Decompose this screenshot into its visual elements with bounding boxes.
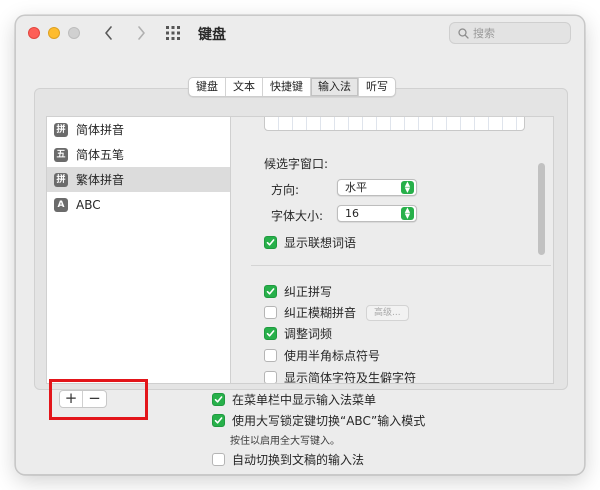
show-menu-label: 在菜单栏中显示输入法菜单 bbox=[232, 393, 377, 407]
list-item-label: 繁体拼音 bbox=[76, 173, 125, 187]
checkbox-checked-icon[interactable] bbox=[212, 414, 225, 427]
search-placeholder: 搜索 bbox=[473, 27, 495, 40]
tab-bar: 键盘 文本 快捷键 输入法 听写 bbox=[188, 77, 396, 97]
tab-text[interactable]: 文本 bbox=[226, 78, 263, 96]
list-item-label: ABC bbox=[76, 197, 101, 212]
caps-lock-note: 按住以启用全大写键入。 bbox=[230, 436, 340, 447]
candidate-window-title: 候选字窗口: bbox=[264, 157, 329, 171]
font-size-label: 字体大小: bbox=[271, 209, 324, 223]
direction-select-value: 水平 bbox=[345, 181, 367, 194]
input-source-badge-icon: 拼 bbox=[54, 122, 68, 137]
title-bar: 键盘 搜索 bbox=[16, 16, 584, 50]
highlight-annotation-box bbox=[49, 379, 148, 420]
correct-spelling-option[interactable]: 纠正拼写 bbox=[264, 283, 332, 300]
direction-select[interactable]: 水平 ▲ ▼ bbox=[337, 179, 417, 196]
tab-dictation[interactable]: 听写 bbox=[359, 78, 395, 96]
chevron-right-icon bbox=[138, 26, 145, 40]
back-button[interactable] bbox=[98, 22, 120, 44]
input-source-settings: 候选字窗口: 方向: 水平 ▲ ▼ 字体大小: 16 ▲ ▼ 显示联想词语 纠正拼写… bbox=[231, 116, 554, 384]
tab-keyboard[interactable]: 键盘 bbox=[189, 78, 226, 96]
auto-switch-label: 自动切换到文稿的输入法 bbox=[232, 453, 365, 467]
adjust-frequency-label: 调整词频 bbox=[284, 327, 333, 341]
tab-shortcuts[interactable]: 快捷键 bbox=[263, 78, 311, 96]
show-predictive-option[interactable]: 显示联想词语 bbox=[264, 234, 356, 251]
advanced-button[interactable]: 高级... bbox=[366, 304, 409, 321]
up-down-arrows-icon: ▲ ▼ bbox=[401, 207, 414, 220]
list-item-selected[interactable]: 拼 繁体拼音 bbox=[47, 167, 230, 192]
grid-icon bbox=[166, 26, 180, 40]
section-divider bbox=[251, 265, 551, 266]
checkbox-checked-icon[interactable] bbox=[264, 236, 277, 249]
search-field[interactable]: 搜索 bbox=[449, 22, 571, 44]
direction-label: 方向: bbox=[271, 183, 300, 197]
checkbox-unchecked-icon[interactable] bbox=[264, 349, 277, 362]
checkbox-checked-icon[interactable] bbox=[264, 285, 277, 298]
auto-switch-option[interactable]: 自动切换到文稿的输入法 bbox=[212, 451, 364, 468]
list-item[interactable]: 五 简体五笔 bbox=[47, 142, 230, 167]
input-source-badge-icon: 五 bbox=[54, 147, 68, 162]
caps-lock-option[interactable]: 使用大写锁定键切换“ABC”输入模式 bbox=[212, 412, 425, 429]
show-menu-option[interactable]: 在菜单栏中显示输入法菜单 bbox=[212, 391, 376, 408]
font-size-select[interactable]: 16 ▲ ▼ bbox=[337, 205, 417, 222]
half-width-punct-label: 使用半角标点符号 bbox=[284, 349, 381, 363]
fuzzy-pinyin-option[interactable]: 纠正模糊拼音 高级... bbox=[264, 304, 409, 321]
list-item-label: 简体五笔 bbox=[76, 148, 125, 162]
show-simplified-label: 显示简体字符及生僻字符 bbox=[284, 371, 417, 384]
list-item[interactable]: 拼 简体拼音 bbox=[47, 117, 230, 142]
scrollbar-thumb[interactable] bbox=[538, 163, 545, 255]
input-source-badge-icon: A bbox=[54, 197, 68, 212]
up-down-arrows-icon: ▲ ▼ bbox=[401, 181, 414, 194]
window-title: 键盘 bbox=[198, 27, 226, 43]
search-icon bbox=[458, 27, 469, 39]
checkbox-unchecked-icon[interactable] bbox=[212, 453, 225, 466]
keyboard-preview bbox=[264, 117, 525, 131]
close-window-button[interactable] bbox=[28, 27, 40, 39]
input-source-list: 拼 简体拼音 五 简体五笔 拼 繁体拼音 A ABC bbox=[46, 116, 231, 384]
chevron-left-icon bbox=[105, 26, 112, 40]
forward-button[interactable] bbox=[130, 22, 152, 44]
checkbox-checked-icon[interactable] bbox=[212, 393, 225, 406]
tab-input-sources[interactable]: 输入法 bbox=[311, 78, 359, 96]
fuzzy-pinyin-label: 纠正模糊拼音 bbox=[284, 306, 357, 320]
show-predictive-label: 显示联想词语 bbox=[284, 236, 357, 250]
caps-lock-label: 使用大写锁定键切换“ABC”输入模式 bbox=[232, 414, 426, 428]
correct-spelling-label: 纠正拼写 bbox=[284, 285, 333, 299]
font-size-select-value: 16 bbox=[345, 207, 359, 220]
minimize-window-button[interactable] bbox=[48, 27, 60, 39]
keyboard-preferences-window: 键盘 搜索 键盘 文本 快捷键 输入法 听写 拼 简体拼音 五 简体五笔 拼 繁… bbox=[15, 15, 585, 475]
list-item[interactable]: A ABC bbox=[47, 192, 230, 217]
zoom-window-button[interactable] bbox=[68, 27, 80, 39]
half-width-punct-option[interactable]: 使用半角标点符号 bbox=[264, 347, 380, 364]
checkbox-unchecked-icon[interactable] bbox=[264, 306, 277, 319]
input-source-badge-icon: 拼 bbox=[54, 172, 68, 187]
show-all-grid-button[interactable] bbox=[164, 24, 182, 42]
adjust-frequency-option[interactable]: 调整词频 bbox=[264, 325, 332, 342]
show-simplified-option[interactable]: 显示简体字符及生僻字符 bbox=[264, 369, 417, 384]
list-item-label: 简体拼音 bbox=[76, 123, 125, 137]
checkbox-checked-icon[interactable] bbox=[264, 327, 277, 340]
